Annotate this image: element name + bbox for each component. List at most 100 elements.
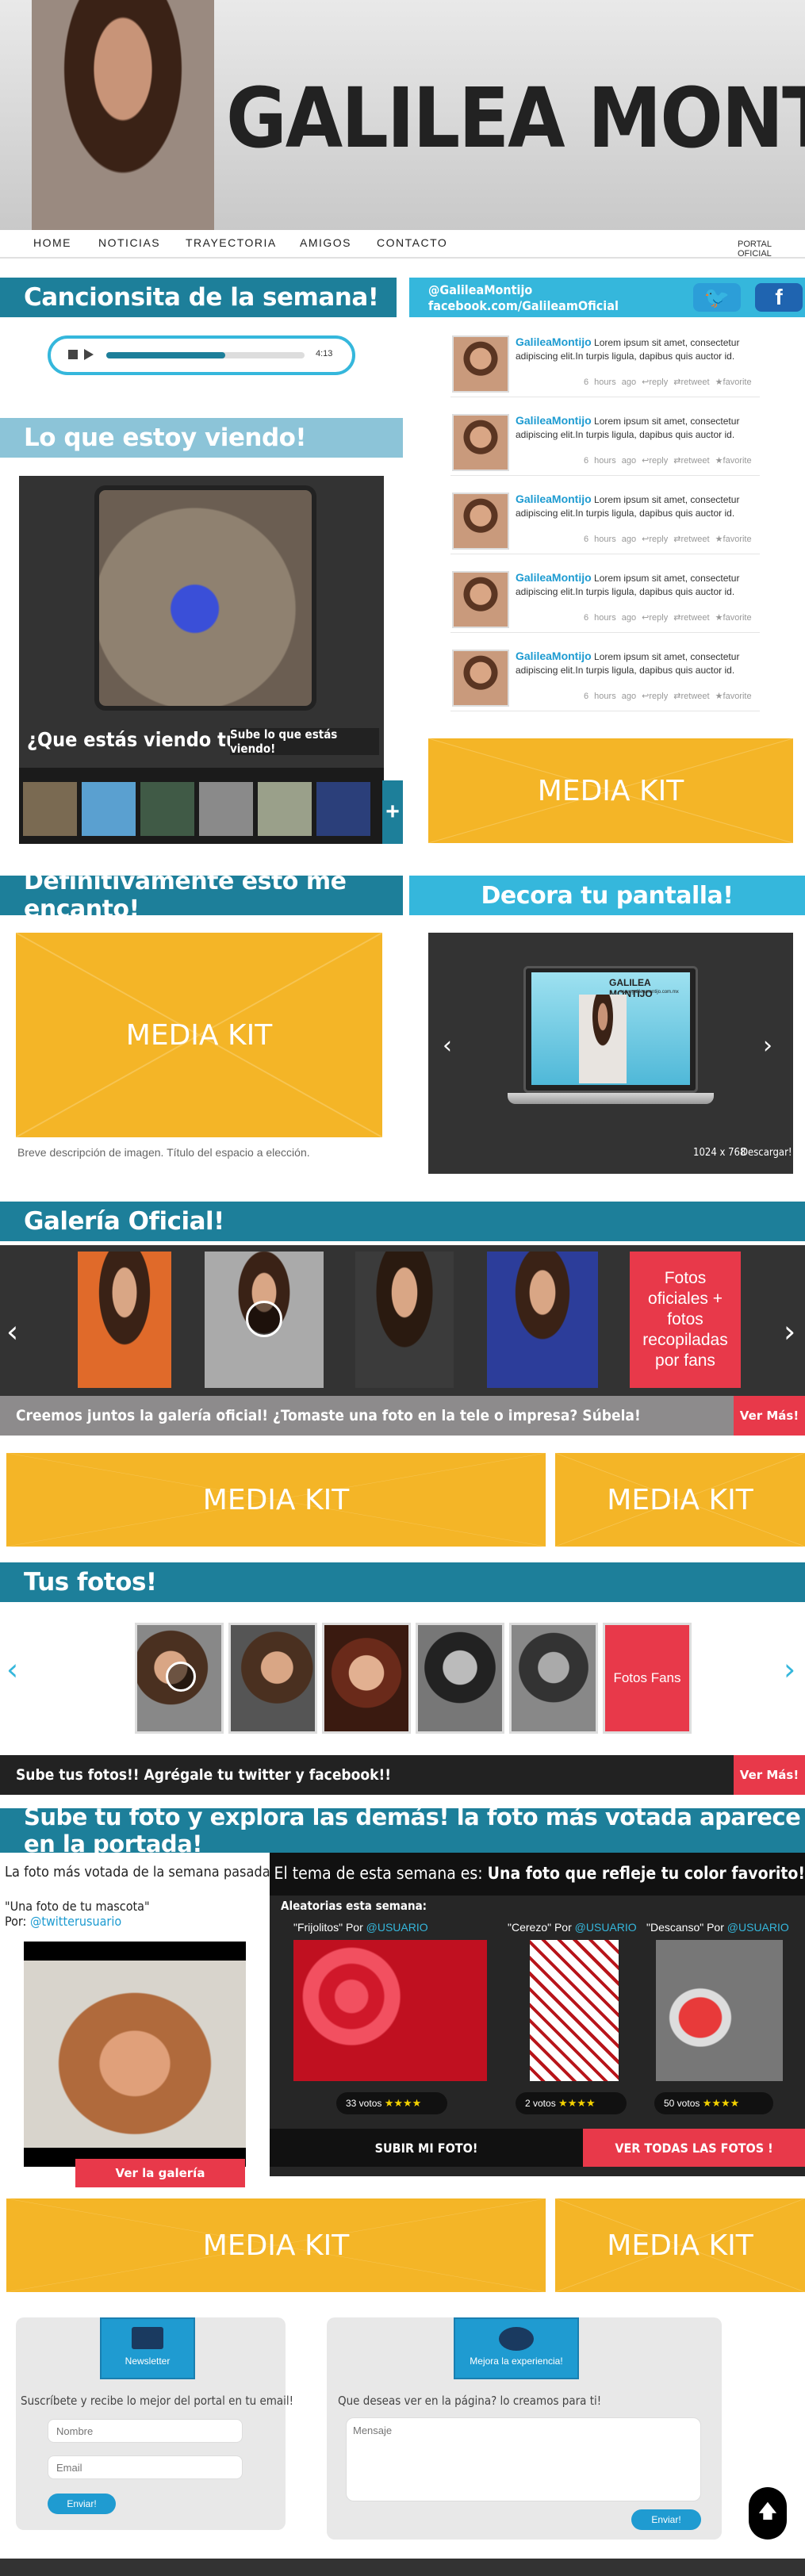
zoom-icon[interactable] <box>166 1662 196 1692</box>
retweet-link[interactable]: retweet <box>681 692 710 701</box>
media-kit-ad[interactable]: MEDIA KIT <box>555 1453 805 1547</box>
gallery-more-button[interactable]: Ver Más! <box>734 1396 805 1436</box>
zoom-icon[interactable] <box>246 1301 282 1337</box>
scroll-top-button[interactable]: 🡅 <box>749 2487 787 2540</box>
retweet-link[interactable]: retweet <box>681 378 710 387</box>
laptop-screen: GALILEA MONTIJO www.galileamontijo.com.m… <box>531 972 690 1085</box>
star-rating[interactable]: ★★★★ <box>385 2097 422 2109</box>
newsletter-name-input[interactable] <box>48 2419 243 2443</box>
tweet-author[interactable]: GalileaMontijo <box>516 493 592 505</box>
wallpaper-download[interactable]: Descargar! <box>741 1147 792 1159</box>
feedback-send-button[interactable]: Enviar! <box>631 2509 701 2530</box>
watching-thumbnails <box>19 768 384 844</box>
chevron-left-icon[interactable]: ‹ <box>6 1654 18 1685</box>
feedback-message-input[interactable] <box>346 2417 701 2501</box>
favorite-link[interactable]: favorite <box>723 535 752 544</box>
stop-icon[interactable] <box>68 350 78 359</box>
entry-photo[interactable] <box>293 1940 487 2081</box>
nav-trayectoria[interactable]: TRAYECTORIA <box>186 236 277 249</box>
thumbnail[interactable] <box>316 782 370 836</box>
watching-featured-photo[interactable] <box>94 485 316 711</box>
chevron-left-icon[interactable]: ‹ <box>443 1034 452 1058</box>
media-kit-ad[interactable]: MEDIA KIT <box>6 1453 546 1547</box>
twitter-icon[interactable]: 🐦 <box>693 283 741 312</box>
gallery-photo[interactable] <box>355 1252 454 1388</box>
gallery-fans-tile[interactable]: Fotos oficiales + fotos recopiladas por … <box>630 1252 741 1388</box>
entry-user[interactable]: @USUARIO <box>727 1921 789 1934</box>
favorite-link[interactable]: favorite <box>723 613 752 623</box>
watching-upload-button[interactable]: Sube lo que estás viendo! <box>230 727 379 756</box>
tweet-author[interactable]: GalileaMontijo <box>516 650 592 662</box>
thumbnail[interactable] <box>82 782 136 836</box>
nav-bar: HOME NOTICIAS TRAYECTORIA AMIGOS CONTACT… <box>0 230 805 259</box>
tweet-author[interactable]: GalileaMontijo <box>516 571 592 584</box>
upload-photo-button[interactable]: SUBIR MI FOTO! <box>270 2129 583 2167</box>
favorite-link[interactable]: favorite <box>723 692 752 701</box>
header-banner: GALILEA MONTIJO <box>0 0 805 230</box>
your-photos-more-button[interactable]: Ver Más! <box>734 1755 805 1795</box>
tweet-author[interactable]: GalileaMontijo <box>516 335 592 348</box>
media-kit-ad[interactable]: MEDIA KIT <box>428 738 793 843</box>
see-all-photos-button[interactable]: VER TODAS LAS FOTOS ! <box>583 2129 805 2167</box>
fans-tile[interactable]: Fotos Fans <box>603 1623 692 1734</box>
nav-contacto[interactable]: CONTACTO <box>377 236 447 249</box>
reply-link[interactable]: reply <box>649 535 668 544</box>
fan-photo[interactable] <box>509 1623 598 1734</box>
retweet-link[interactable]: retweet <box>681 456 710 466</box>
winner-user[interactable]: @twitterusuario <box>30 1914 121 1929</box>
gallery-photo[interactable] <box>487 1252 598 1388</box>
screen-url: www.galileamontijo.com.mx <box>620 990 679 995</box>
facebook-icon[interactable]: f <box>755 283 803 312</box>
thumbnail[interactable] <box>23 782 77 836</box>
favorite-link[interactable]: favorite <box>723 378 752 387</box>
newsletter-email-input[interactable] <box>48 2455 243 2479</box>
entry-user[interactable]: @USUARIO <box>575 1921 637 1934</box>
winner-photo[interactable] <box>24 1942 246 2167</box>
audio-player[interactable]: 4:13 <box>48 335 355 375</box>
reply-link[interactable]: reply <box>649 692 668 701</box>
media-kit-ad[interactable]: MEDIA KIT <box>555 2198 805 2292</box>
retweet-link[interactable]: retweet <box>681 535 710 544</box>
speech-bubble-icon <box>499 2327 534 2351</box>
thumbnail[interactable] <box>199 782 253 836</box>
wallpaper-section-title: Decora tu pantalla! <box>409 876 805 915</box>
media-kit-ad[interactable]: MEDIA KIT <box>6 2198 546 2292</box>
reply-link[interactable]: reply <box>649 456 668 466</box>
media-kit-ad[interactable]: MEDIA KIT <box>16 933 382 1137</box>
twitter-handle[interactable]: @GalileaMontijo <box>428 282 532 297</box>
fan-photo[interactable] <box>322 1623 411 1734</box>
nav-noticias[interactable]: NOTICIAS <box>98 236 160 249</box>
see-gallery-button[interactable]: Ver la galería <box>75 2159 245 2187</box>
laptop-image[interactable]: GALILEA MONTIJO www.galileamontijo.com.m… <box>508 966 714 1125</box>
newsletter-send-button[interactable]: Enviar! <box>48 2494 116 2514</box>
chevron-right-icon[interactable]: › <box>784 1317 795 1347</box>
watching-section-title: Lo que estoy viendo! <box>0 418 403 458</box>
entry-photo[interactable] <box>530 1940 619 2081</box>
tweet-author[interactable]: GalileaMontijo <box>516 414 592 427</box>
entry-photo[interactable] <box>656 1940 783 2081</box>
thumbnail[interactable] <box>258 782 312 836</box>
thumbnail[interactable] <box>140 782 194 836</box>
play-icon[interactable] <box>84 349 94 360</box>
nav-amigos[interactable]: AMIGOS <box>300 236 351 249</box>
add-more-button[interactable]: + <box>382 780 403 844</box>
nav-home[interactable]: HOME <box>33 236 71 249</box>
reply-link[interactable]: reply <box>649 613 668 623</box>
star-rating[interactable]: ★★★★ <box>703 2097 740 2109</box>
gallery-photo[interactable] <box>205 1252 324 1388</box>
favorite-link[interactable]: favorite <box>723 456 752 466</box>
fan-photo[interactable] <box>135 1623 224 1734</box>
fan-photo[interactable] <box>416 1623 504 1734</box>
gallery-photo[interactable] <box>78 1252 171 1388</box>
chevron-right-icon[interactable]: › <box>784 1654 795 1685</box>
reply-link[interactable]: reply <box>649 378 668 387</box>
retweet-link[interactable]: retweet <box>681 613 710 623</box>
facebook-link[interactable]: facebook.com/GalileamOficial <box>428 298 619 313</box>
audio-progress-track[interactable] <box>106 352 305 358</box>
tweet-avatar <box>452 650 509 707</box>
chevron-left-icon[interactable]: ‹ <box>6 1317 18 1347</box>
chevron-right-icon[interactable]: › <box>763 1034 772 1058</box>
star-rating[interactable]: ★★★★ <box>558 2097 596 2109</box>
fan-photo[interactable] <box>228 1623 317 1734</box>
entry-user[interactable]: @USUARIO <box>366 1921 428 1934</box>
